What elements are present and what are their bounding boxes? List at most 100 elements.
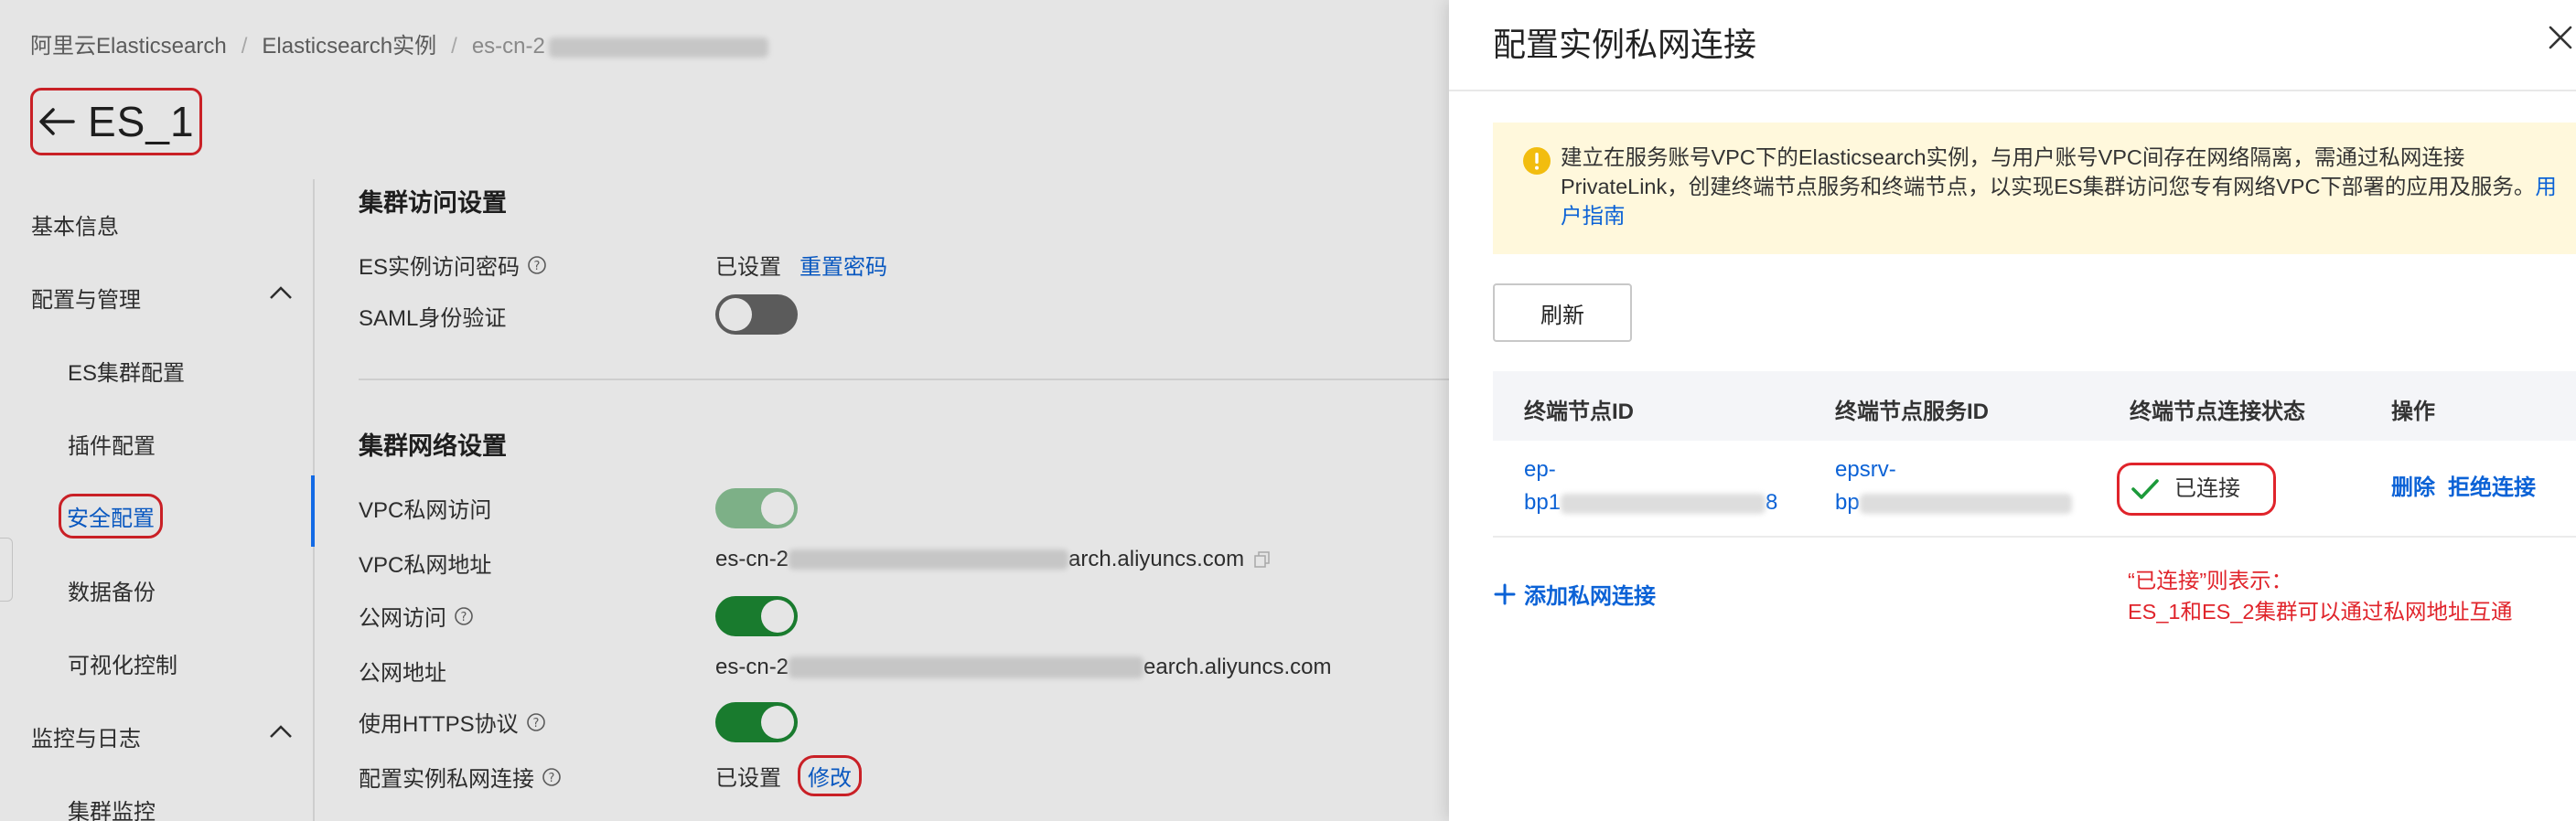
- endpoint-id-line: bp1 8: [1524, 486, 1777, 519]
- service-id-prefix: bp: [1835, 490, 1860, 515]
- add-private-connection-label: 添加私网连接: [1524, 584, 1656, 609]
- sidebar-item-data-backup[interactable]: 数据备份: [68, 574, 156, 606]
- sidebar-item-cluster-monitor[interactable]: 集群监控: [68, 794, 156, 821]
- alert-text: 建立在服务账号VPC下的Elasticsearch实例，与用户账号VPC间存在网…: [1561, 145, 2536, 198]
- service-id-link[interactable]: epsrv- bp: [1835, 453, 2072, 519]
- breadcrumb-separator: /: [451, 34, 457, 59]
- warning-icon: [1523, 147, 1551, 175]
- page-title: ES_1: [88, 98, 195, 145]
- public-address-prefix: es-cn-2: [715, 655, 789, 679]
- svg-text:?: ?: [549, 772, 555, 785]
- redacted-block: [548, 37, 768, 58]
- section-title-cluster-access: 集群访问设置: [359, 189, 507, 217]
- toggle-knob: [719, 298, 752, 331]
- close-icon[interactable]: [2545, 22, 2576, 53]
- annotation-line: ES_1和ES_2集群可以通过私网地址互通: [2128, 600, 2513, 624]
- table-row: ep- bp1 8 epsrv- bp 已连接 删除 拒绝连接: [1493, 441, 2576, 538]
- service-id-line: epsrv-: [1835, 457, 1896, 482]
- private-connection-label: 配置实例私网连接 ?: [359, 761, 562, 793]
- breadcrumb-item: es-cn-2: [471, 34, 545, 59]
- svg-text:?: ?: [534, 260, 541, 273]
- table-header: 终端节点ID 终端节点服务ID 终端节点连接状态 操作: [1493, 371, 2576, 441]
- password-status-text: 已设置: [715, 255, 781, 280]
- sidebar-group-monitor-logs[interactable]: 监控与日志: [31, 720, 141, 752]
- public-address-value: es-cn-2 earch.aliyuncs.com: [715, 655, 1331, 680]
- sidebar-item-security-config[interactable]: 安全配置: [59, 494, 163, 538]
- vpc-address-prefix: es-cn-2: [715, 547, 789, 571]
- svg-text:?: ?: [461, 611, 467, 624]
- chevron-up-icon[interactable]: [269, 285, 293, 300]
- public-address-label: 公网地址: [359, 661, 446, 686]
- https-toggle[interactable]: [715, 702, 798, 742]
- annotation-line: “已连接”则表示：: [2128, 569, 2293, 592]
- password-label: ES实例访问密码 ?: [359, 249, 547, 281]
- vpc-access-label: VPC私网访问: [359, 498, 492, 523]
- private-connection-status: 已设置: [715, 766, 781, 791]
- toggle-knob: [761, 492, 794, 525]
- redacted-block: [1859, 493, 2072, 514]
- https-label-text: 使用HTTPS协议: [359, 712, 519, 737]
- public-access-label: 公网访问 ?: [359, 600, 474, 632]
- private-connection-value: 已设置 修改: [715, 755, 862, 796]
- public-access-toggle[interactable]: [715, 596, 798, 636]
- svg-text:?: ?: [532, 717, 539, 730]
- breadcrumb-item[interactable]: 阿里云Elasticsearch: [30, 34, 227, 59]
- sidebar-collapse-handle[interactable]: [0, 538, 13, 602]
- vpc-address-suffix: arch.aliyuncs.com: [1068, 547, 1245, 571]
- instance-detail-page: 阿里云Elasticsearch / Elasticsearch实例 / es-cn-2…: [0, 0, 1449, 821]
- chevron-up-icon[interactable]: [269, 724, 293, 739]
- saml-label: SAML身份验证: [359, 306, 507, 331]
- back-arrow-icon[interactable]: [37, 101, 77, 142]
- check-icon: [2131, 479, 2159, 499]
- sidebar-group-config-management[interactable]: 配置与管理: [31, 282, 141, 314]
- vpc-access-toggle: [715, 488, 798, 528]
- delete-link[interactable]: 删除: [2391, 472, 2435, 505]
- column-header: 终端节点ID: [1524, 400, 1634, 424]
- private-connection-drawer: 配置实例私网连接 建立在服务账号VPC下的Elasticsearch实例，与用户…: [1449, 0, 2576, 821]
- section-divider: [359, 379, 1449, 380]
- endpoint-id-suffix: 8: [1766, 490, 1778, 515]
- add-private-connection-link[interactable]: 添加私网连接: [1493, 578, 1656, 610]
- saml-toggle[interactable]: [715, 294, 798, 335]
- breadcrumb-separator: /: [241, 34, 248, 59]
- reject-connection-link[interactable]: 拒绝连接: [2448, 472, 2536, 505]
- vpc-address-label: VPC私网地址: [359, 553, 492, 578]
- private-connection-label-text: 配置实例私网连接: [359, 767, 534, 792]
- plus-icon: [1494, 583, 1516, 604]
- endpoint-id-prefix: bp1: [1524, 490, 1562, 515]
- column-header: 终端节点服务ID: [1835, 400, 1989, 424]
- password-status: 已设置 重置密码: [715, 249, 887, 281]
- help-icon[interactable]: ?: [542, 767, 562, 787]
- connection-status-text: 已连接: [2174, 476, 2240, 501]
- help-icon[interactable]: ?: [527, 255, 547, 275]
- https-label: 使用HTTPS协议 ?: [359, 706, 546, 738]
- column-header: 终端节点连接状态: [2130, 400, 2305, 424]
- toggle-knob: [761, 706, 794, 739]
- column-header: 操作: [2391, 400, 2435, 424]
- sidebar-item-basic-info[interactable]: 基本信息: [31, 208, 119, 240]
- password-label-text: ES实例访问密码: [359, 255, 521, 280]
- reset-password-link[interactable]: 重置密码: [800, 249, 887, 281]
- redacted-block: [1561, 493, 1766, 514]
- sidebar-item-visual-control[interactable]: 可视化控制: [68, 647, 177, 679]
- page-title-group: ES_1: [30, 88, 202, 155]
- refresh-button[interactable]: 刷新: [1493, 283, 1632, 342]
- vpc-address-value: es-cn-2 arch.aliyuncs.com: [715, 547, 1272, 572]
- public-address-suffix: earch.aliyuncs.com: [1143, 655, 1332, 679]
- sidebar-active-indicator: [311, 475, 315, 547]
- breadcrumb-item[interactable]: Elasticsearch实例: [262, 34, 436, 59]
- toggle-knob: [761, 600, 794, 633]
- breadcrumb: 阿里云Elasticsearch / Elasticsearch实例 / es-cn-2: [30, 27, 768, 59]
- section-title-cluster-network: 集群网络设置: [359, 432, 507, 460]
- sidebar-item-plugin-config[interactable]: 插件配置: [68, 428, 156, 460]
- info-alert: 建立在服务账号VPC下的Elasticsearch实例，与用户账号VPC间存在网…: [1493, 123, 2576, 254]
- drawer-mask-overlay[interactable]: [0, 0, 1449, 821]
- modify-link[interactable]: 修改: [798, 755, 862, 796]
- help-icon[interactable]: ?: [526, 712, 546, 732]
- drawer-title: 配置实例私网连接: [1493, 26, 1757, 63]
- sidebar-item-es-cluster-config[interactable]: ES集群配置: [68, 355, 185, 387]
- copy-icon[interactable]: [1253, 550, 1272, 569]
- help-icon[interactable]: ?: [454, 606, 474, 626]
- public-access-label-text: 公网访问: [359, 606, 446, 631]
- endpoint-id-link[interactable]: ep- bp1 8: [1524, 453, 1777, 519]
